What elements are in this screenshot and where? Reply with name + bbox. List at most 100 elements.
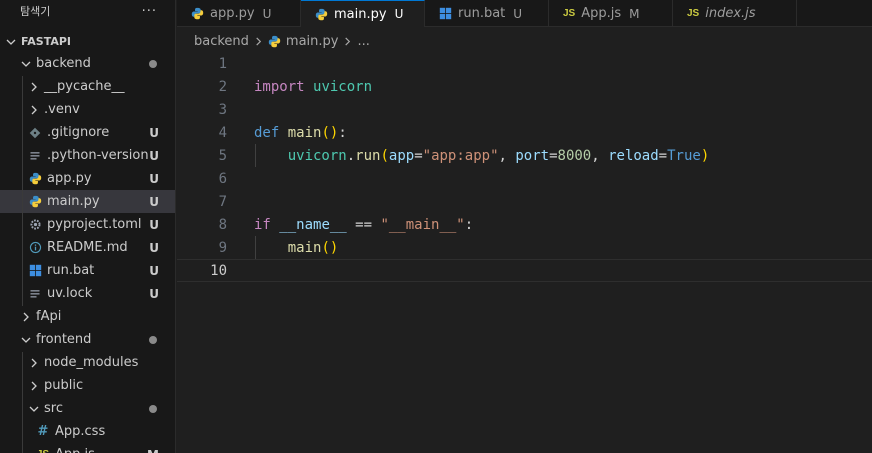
python-icon [268,35,281,48]
git-status-badge: U [149,194,159,209]
js-icon: JS [563,8,576,19]
tree-file[interactable]: .python-version U [0,144,175,167]
js-icon: JS [36,448,50,453]
tab-label: App.js [581,6,622,21]
tab-run-bat[interactable]: run.bat U [425,0,549,27]
line-number: 10 [210,262,227,279]
chevron-right-icon [20,312,32,322]
tree-item-label: App.js [55,447,95,453]
tree-item-label: app.py [47,171,92,186]
tab-status-badge: U [262,6,272,21]
modified-dot-icon [149,59,157,68]
code-editor[interactable]: 1 2 import uvicorn 3 4 def main(): 5 uvi… [177,52,872,453]
tree-item-label: uv.lock [47,286,93,301]
line-number: 4 [218,124,227,141]
editor-tabs: app.py Umain.py U run.bat U JS App.js M JS index.… [177,0,872,27]
windows-icon [439,7,452,20]
line-number: 9 [218,239,227,256]
hash-icon: # [37,424,49,439]
modified-dot-icon [149,335,157,344]
tab-status-badge: M [629,6,640,21]
tree-folder[interactable]: frontend [0,328,175,351]
code-line: 3 [177,98,872,121]
modified-dot-icon [149,404,157,413]
tree-folder[interactable]: .venv [0,98,175,121]
line-number: 3 [218,101,227,118]
chevron-right-icon [28,105,40,115]
chevron-right-icon [28,358,40,368]
tree-file[interactable]: run.bat U [0,259,175,282]
tree-file[interactable]: uv.lock U [0,282,175,305]
tab-label: index.js [705,6,756,21]
tree-folder[interactable]: node_modules [0,351,175,374]
tree-folder[interactable]: __pycache__ [0,75,175,98]
chevron-right-icon [343,36,352,46]
tree-item-label: .venv [44,102,80,117]
tree-file[interactable]: main.py U [0,190,175,213]
tree-item-label: .gitignore [47,125,110,140]
code-line: 8 if __name__ == "__main__": [177,213,872,236]
tree-item-label: frontend [36,332,92,347]
tree-file[interactable]: README.md U [0,236,175,259]
more-actions-icon[interactable]: ··· [142,4,157,19]
gear-icon [28,218,42,232]
file-tree: backend __pycache__ .venv .gitignore U .pytho… [0,52,175,453]
lines-icon [28,287,42,301]
tree-item-label: fApi [36,309,62,324]
tree-indent-guide [22,352,23,453]
tree-folder[interactable]: fApi [0,305,175,328]
tree-folder[interactable]: src [0,397,175,420]
breadcrumb-file[interactable]: main.py [286,34,339,49]
line-number: 8 [218,216,227,233]
explorer-header: 탐색기 ··· [0,0,175,22]
tree-item-label: App.css [55,424,106,439]
tree-folder[interactable]: backend [0,52,175,75]
code-text: if __name__ == "__main__": [254,216,474,233]
tab-main-py[interactable]: main.py U [301,0,425,27]
explorer-root-label: FASTAPI [21,35,72,48]
tab-app-js[interactable]: JS App.js M [549,0,673,27]
code-line: 6 [177,167,872,190]
lines-icon [28,149,42,163]
git-status-badge: U [149,286,159,301]
info-icon [28,241,42,255]
code-text: main() [287,239,339,256]
line-number: 7 [218,193,227,210]
tab-index-js[interactable]: JS index.js [673,0,797,27]
chevron-right-icon [28,82,40,92]
tree-indent-guide [22,76,23,306]
git-status-badge: U [149,125,159,140]
chevron-down-icon [20,335,32,345]
git-status-badge: M [147,448,159,453]
tab-status-badge: U [513,6,523,21]
code-text: import uvicorn [254,78,373,95]
breadcrumb-ellipsis[interactable]: ... [357,34,369,49]
breadcrumb-folder[interactable]: backend [194,34,249,49]
chevron-down-icon [28,404,40,414]
python-icon [191,7,204,20]
tree-folder[interactable]: public [0,374,175,397]
git-status-badge: U [149,263,159,278]
code-line: 2 import uvicorn [177,75,872,98]
tree-item-label: __pycache__ [44,79,125,94]
tree-file[interactable]: .gitignore U [0,121,175,144]
tree-file[interactable]: pyproject.toml U [0,213,175,236]
explorer-root[interactable]: FASTAPI [0,30,175,53]
python-icon [28,195,42,209]
tab-status-badge: U [394,7,404,21]
tree-file[interactable]: # App.css [0,420,175,443]
tree-file[interactable]: app.py U [0,167,175,190]
code-line: 1 [177,52,872,75]
tab-app-py[interactable]: app.py U [177,0,301,27]
tree-item-label: backend [36,56,91,71]
windows-icon [28,264,42,278]
tab-label: run.bat [458,6,506,21]
js-icon: JS [687,8,700,19]
tree-item-label: src [44,401,63,416]
tree-item-label: node_modules [44,355,139,370]
breadcrumb: backend main.py ... [194,31,370,51]
tab-label: app.py [210,6,255,21]
tree-file[interactable]: JS App.js M [0,443,175,453]
tree-item-label: main.py [47,194,100,209]
indent-guide [255,236,256,259]
